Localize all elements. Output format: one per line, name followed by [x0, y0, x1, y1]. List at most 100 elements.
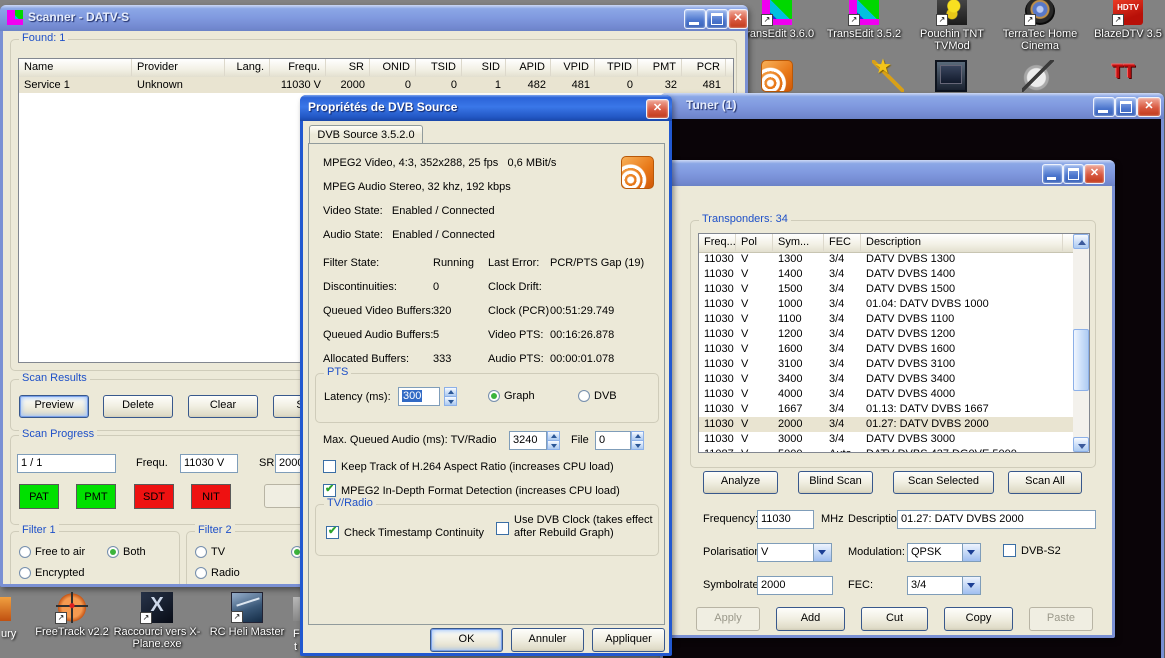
transedit-minimize-button[interactable] — [1042, 164, 1063, 184]
mpeg2-indepth-checkbox[interactable] — [323, 484, 336, 497]
icon-blazedtv[interactable]: ↗BlazeDTV 3.5 — [1084, 0, 1165, 40]
scroll-thumb[interactable] — [1073, 329, 1089, 391]
transponder-row[interactable]: 11087V5000AutoDATV DVBS 437 DG0VE 5000 — [699, 447, 1073, 453]
scanner-col-onid[interactable]: ONID — [370, 59, 416, 76]
icon-monitor-app[interactable] — [907, 60, 995, 92]
h264-aspect-checkbox[interactable] — [323, 460, 336, 473]
icon-rc-heli-master[interactable]: ↗RC Heli Master — [202, 592, 292, 638]
transponder-row[interactable]: 11030V15003/4DATV DVBS 1500 — [699, 282, 1073, 297]
transponder-col-freq-[interactable]: Freq... — [699, 234, 736, 251]
scan-all-button[interactable]: Scan All — [1008, 471, 1082, 494]
use-dvb-clock-checkbox[interactable] — [496, 522, 509, 535]
transponder-row[interactable]: 11030V40003/4DATV DVBS 4000 — [699, 387, 1073, 402]
tab-dvb-source[interactable]: DVB Source 3.5.2.0 — [309, 125, 423, 145]
scroll-up-icon[interactable] — [1073, 234, 1089, 249]
transponder-row[interactable]: 11030V30003/4DATV DVBS 3000 — [699, 432, 1073, 447]
timestamp-continuity-checkbox[interactable] — [326, 526, 339, 539]
blind-scan-button[interactable]: Blind Scan — [798, 471, 873, 494]
scanner-col-name[interactable]: Name — [19, 59, 132, 76]
te-symbolrate-field[interactable]: 2000 — [757, 576, 833, 595]
icon-terratec-home-cinema[interactable]: ↗TerraTec Home Cinema — [996, 0, 1084, 52]
scanner-col-frequ-[interactable]: Frequ. — [270, 59, 326, 76]
add-button[interactable]: Add — [776, 607, 845, 631]
tuner-minimize-button[interactable] — [1093, 97, 1115, 117]
transponder-row[interactable]: 11030V16673/401.13: DATV DVBS 1667 — [699, 402, 1073, 417]
te-fec-combo[interactable]: 3/4 — [907, 576, 981, 595]
scanner-col-tsid[interactable]: TSID — [416, 59, 462, 76]
transponder-col-sym-[interactable]: Sym... — [773, 234, 824, 251]
scanner-titlebar[interactable]: Scanner - DATV-S — [0, 5, 748, 31]
graph-radio[interactable] — [488, 390, 500, 402]
max-queued-field[interactable]: 3240 — [509, 431, 547, 450]
transponder-col-pol[interactable]: Pol — [736, 234, 773, 251]
dialog-close-button[interactable] — [646, 99, 669, 119]
scanner-col-sid[interactable]: SID — [462, 59, 506, 76]
transponder-row[interactable]: 11030V31003/4DATV DVBS 3100 — [699, 357, 1073, 372]
transponder-row[interactable]: 11030V16003/4DATV DVBS 1600 — [699, 342, 1073, 357]
te-description-field[interactable]: 01.27: DATV DVBS 2000 — [897, 510, 1096, 529]
delete-button[interactable]: Delete — [103, 395, 173, 418]
icon-xplane-shortcut[interactable]: ↗Raccourci vers X-Plane.exe — [112, 592, 202, 650]
filter2-radio-radio[interactable] — [195, 567, 207, 579]
file-spinner[interactable] — [631, 431, 644, 450]
partial-icon[interactable] — [293, 597, 300, 621]
scanner-col-sr[interactable]: SR — [326, 59, 370, 76]
scanner-col-apid[interactable]: APID — [506, 59, 551, 76]
icon-transedit-352[interactable]: ↗TransEdit 3.5.2 — [820, 0, 908, 40]
icon-freetrack[interactable]: ↗FreeTrack v2.2 — [27, 592, 117, 638]
transponder-row[interactable]: 11030V13003/4DATV DVBS 1300 — [699, 252, 1073, 267]
latency-field[interactable]: 300 — [398, 387, 440, 406]
scanner-col-provider[interactable]: Provider — [132, 59, 225, 76]
scroll-down-icon[interactable] — [1073, 437, 1089, 452]
analyze-button[interactable]: Analyze — [703, 471, 778, 494]
filter2-radio-tv[interactable] — [195, 546, 207, 558]
transedit-close-button[interactable] — [1084, 164, 1105, 184]
filter1-radio-free-to-air[interactable] — [19, 546, 31, 558]
scanner-minimize-button[interactable] — [684, 9, 706, 29]
chevron-down-icon[interactable] — [813, 544, 831, 561]
frequency-field[interactable]: 11030 V — [180, 454, 238, 473]
service-row[interactable]: Service 1Unknown11030 V20000014824810324… — [19, 77, 733, 93]
file-field[interactable]: 0 — [595, 431, 631, 450]
transponder-row[interactable]: 11030V12003/4DATV DVBS 1200 — [699, 327, 1073, 342]
transedit-maximize-button[interactable] — [1063, 164, 1084, 184]
transponder-row[interactable]: 11030V14003/4DATV DVBS 1400 — [699, 267, 1073, 282]
tuner-titlebar[interactable]: Tuner (1) — [660, 93, 1164, 119]
scanner-col-lang-[interactable]: Lang. — [225, 59, 270, 76]
clear-button[interactable]: Clear — [188, 395, 258, 418]
dvbs2-checkbox[interactable] — [1003, 544, 1016, 557]
dialog-titlebar[interactable]: Propriétés de DVB Source — [300, 95, 672, 121]
scanner-col-pmt[interactable]: PMT — [638, 59, 682, 76]
scan-selected-button[interactable]: Scan Selected — [893, 471, 994, 494]
scanner-close-button[interactable] — [728, 9, 748, 29]
filter1-radio-both[interactable] — [107, 546, 119, 558]
max-queued-spinner[interactable] — [547, 431, 560, 450]
chevron-down-icon[interactable] — [962, 577, 980, 594]
scanner-col-vpid[interactable]: VPID — [551, 59, 595, 76]
transponders-scrollbar[interactable] — [1073, 234, 1089, 452]
latency-spinner[interactable] — [444, 387, 457, 406]
transponder-row[interactable]: 11030V11003/4DATV DVBS 1100 — [699, 312, 1073, 327]
tuner-maximize-button[interactable] — [1115, 97, 1137, 117]
transponder-row[interactable]: 11030V10003/401.04: DATV DVBS 1000 — [699, 297, 1073, 312]
copy-button[interactable]: Copy — [944, 607, 1013, 631]
transponder-row[interactable]: 11030V34003/4DATV DVBS 3400 — [699, 372, 1073, 387]
scanner-col-pcr[interactable]: PCR — [682, 59, 726, 76]
chevron-down-icon[interactable] — [962, 544, 980, 561]
transponder-col-fec[interactable]: FEC — [824, 234, 861, 251]
icon-satellite-dish[interactable] — [994, 60, 1082, 92]
te-frequency-field[interactable]: 11030 — [757, 510, 814, 529]
te-modulation-combo[interactable]: QPSK — [907, 543, 981, 562]
transponder-row[interactable]: 11030V20003/401.27: DATV DVBS 2000 — [699, 417, 1073, 432]
cancel-button[interactable]: Annuler — [511, 628, 584, 652]
transponder-col-description[interactable]: Description — [861, 234, 1063, 251]
scanner-col-tpid[interactable]: TPID — [595, 59, 638, 76]
ok-button[interactable]: OK — [430, 628, 503, 652]
fury-icon[interactable] — [0, 597, 11, 621]
filter1-radio-encrypted[interactable] — [19, 567, 31, 579]
preview-button[interactable]: Preview — [19, 395, 89, 418]
progress-field[interactable]: 1 / 1 — [17, 454, 116, 473]
icon-pouchin-tnt[interactable]: ↗Pouchin TNT TVMod — [908, 0, 996, 52]
apply-button[interactable]: Appliquer — [592, 628, 665, 652]
tuner-close-button[interactable] — [1137, 97, 1161, 117]
